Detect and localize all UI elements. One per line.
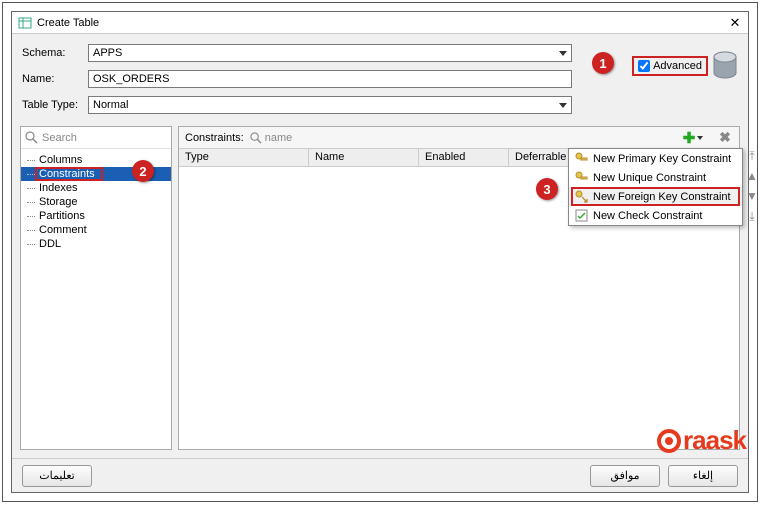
menu-new-unique[interactable]: New Unique Constraint bbox=[569, 168, 742, 187]
key-icon bbox=[575, 152, 588, 165]
database-icon bbox=[712, 51, 738, 81]
menu-new-check[interactable]: New Check Constraint bbox=[569, 206, 742, 225]
foreign-key-icon bbox=[575, 190, 588, 203]
advanced-area: 1 Advanced bbox=[578, 46, 738, 86]
ok-button[interactable]: موافق bbox=[590, 465, 660, 487]
menu-new-fk[interactable]: New Foreign Key Constraint bbox=[569, 187, 742, 206]
titlebar: Create Table ✕ bbox=[12, 12, 748, 34]
menu-new-pk-label: New Primary Key Constraint bbox=[593, 153, 731, 165]
col-name[interactable]: Name bbox=[309, 149, 419, 166]
menu-new-unique-label: New Unique Constraint bbox=[593, 172, 706, 184]
add-constraint-button[interactable]: ✚ bbox=[681, 130, 697, 146]
constraints-search-placeholder: name bbox=[265, 132, 293, 144]
constraints-search[interactable]: name bbox=[250, 132, 293, 144]
delete-constraint-button[interactable]: ✖ bbox=[717, 130, 733, 146]
schema-label: Schema: bbox=[22, 47, 82, 59]
left-search-placeholder: Search bbox=[42, 132, 77, 144]
tree-item-constraints-label: Constraints bbox=[39, 168, 95, 180]
advanced-checkbox[interactable] bbox=[638, 60, 650, 72]
tree-item-storage[interactable]: Storage bbox=[21, 195, 171, 209]
help-button[interactable]: تعليمات bbox=[22, 465, 92, 487]
tree-item-indexes[interactable]: Indexes bbox=[21, 181, 171, 195]
menu-new-pk[interactable]: New Primary Key Constraint bbox=[569, 149, 742, 168]
left-search[interactable]: Search bbox=[21, 127, 171, 149]
footer: تعليمات موافق إلغاء bbox=[12, 458, 748, 492]
tree-item-partitions[interactable]: Partitions bbox=[21, 209, 171, 223]
col-type[interactable]: Type bbox=[179, 149, 309, 166]
dialog-title: Create Table bbox=[37, 17, 728, 29]
tree-item-comment[interactable]: Comment bbox=[21, 223, 171, 237]
tree-item-ddl[interactable]: DDL bbox=[21, 237, 171, 251]
watermark-icon bbox=[657, 429, 681, 453]
table-type-label: Table Type: bbox=[22, 99, 82, 111]
key-icon bbox=[575, 171, 588, 184]
callout-2: 2 bbox=[132, 160, 154, 182]
schema-value: APPS bbox=[93, 47, 122, 59]
advanced-label: Advanced bbox=[653, 60, 702, 72]
move-bottom-icon[interactable]: ⤓ bbox=[745, 209, 759, 223]
watermark: raask bbox=[657, 425, 746, 456]
move-up-icon[interactable]: ▲ bbox=[745, 169, 759, 183]
table-icon bbox=[18, 16, 32, 30]
callout-3: 3 bbox=[536, 178, 558, 200]
left-panel: Search Columns Constraints Indexes Stora… bbox=[20, 126, 172, 450]
col-enabled[interactable]: Enabled bbox=[419, 149, 509, 166]
check-icon bbox=[575, 209, 588, 222]
constraints-heading: Constraints: bbox=[185, 132, 244, 144]
form-section: Schema: APPS 1 Advanced Name: OSK_ORDERS… bbox=[12, 34, 748, 120]
search-icon bbox=[25, 131, 38, 144]
move-down-icon[interactable]: ▼ bbox=[745, 189, 759, 203]
schema-combo[interactable]: APPS bbox=[88, 44, 572, 62]
reorder-arrows: ⤒ ▲ ▼ ⤓ bbox=[745, 149, 759, 223]
name-value: OSK_ORDERS bbox=[93, 73, 169, 85]
menu-new-fk-label: New Foreign Key Constraint bbox=[593, 191, 731, 203]
constraints-header: Constraints: name ✚ ✖ bbox=[179, 127, 739, 149]
callout-1: 1 bbox=[592, 52, 614, 74]
watermark-text: raask bbox=[683, 425, 746, 456]
menu-new-check-label: New Check Constraint bbox=[593, 210, 702, 222]
create-table-dialog: Create Table ✕ Schema: APPS 1 Advanced N… bbox=[11, 11, 749, 493]
name-label: Name: bbox=[22, 73, 82, 85]
advanced-checkbox-wrap[interactable]: Advanced bbox=[632, 56, 708, 76]
table-type-value: Normal bbox=[93, 99, 128, 111]
category-tree: Columns Constraints Indexes Storage Part… bbox=[21, 149, 171, 449]
cancel-button[interactable]: إلغاء bbox=[668, 465, 738, 487]
add-constraint-menu: New Primary Key Constraint New Unique Co… bbox=[568, 148, 743, 226]
move-top-icon[interactable]: ⤒ bbox=[745, 149, 759, 163]
close-icon[interactable]: ✕ bbox=[728, 16, 742, 30]
table-type-combo[interactable]: Normal bbox=[88, 96, 572, 114]
name-field[interactable]: OSK_ORDERS bbox=[88, 70, 572, 88]
